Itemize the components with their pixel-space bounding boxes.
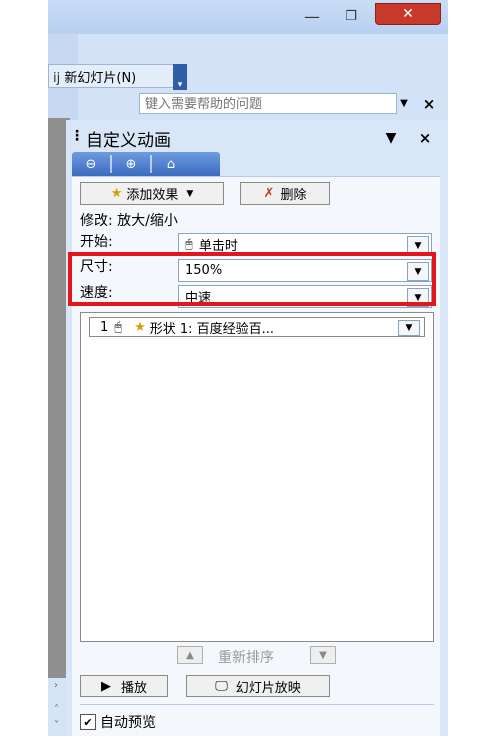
home-icon[interactable]: ⌂ [152, 154, 190, 174]
pane-menu-dropdown-icon[interactable]: ▼ [380, 128, 402, 148]
pane-close-icon[interactable]: × [414, 128, 436, 148]
modify-label: 修改: 放大/缩小 [80, 213, 178, 229]
help-search-input[interactable] [139, 93, 397, 114]
forward-icon[interactable]: ⊕ [112, 154, 150, 174]
scroll-down-arrow-icon[interactable]: ˅ [54, 720, 59, 731]
animation-list[interactable] [80, 312, 434, 642]
toolbar-options-chevron-icon[interactable]: ▾ [173, 64, 187, 90]
maximize-button[interactable]: ❐ [338, 6, 364, 26]
add-effect-arrow-icon: ▼ [186, 188, 194, 199]
add-effect-button[interactable]: ★ 添加效果 ▼ [80, 182, 224, 205]
slideshow-icon: 🖵 [215, 678, 228, 694]
effect-star-icon: ★ [134, 319, 146, 335]
mouse-click-icon: 🖰 [114, 319, 123, 335]
close-window-button[interactable]: ✕ [375, 3, 441, 25]
auto-preview-toggle[interactable]: ✔ 自动预览 [80, 712, 156, 732]
new-slide-label: 新幻灯片(N) [64, 71, 137, 86]
divider [80, 704, 434, 705]
scroll-up-arrow-icon[interactable]: ˄ [54, 704, 59, 715]
pane-grip-icon[interactable]: ⋮ [70, 128, 84, 148]
highlight-box [68, 252, 436, 306]
list-item-index: 1 [100, 319, 109, 335]
list-item-dropdown-icon[interactable]: ▼ [398, 320, 420, 336]
play-button[interactable]: ▶ 播放 [80, 675, 168, 697]
mouse-click-icon: 🖰 [185, 237, 193, 252]
back-icon[interactable]: ⊖ [72, 154, 110, 174]
start-label: 开始: [80, 234, 113, 250]
delete-icon: ✗ [263, 186, 275, 201]
reorder-down-button[interactable]: ▼ [310, 646, 336, 664]
delete-button[interactable]: ✗ 删除 [240, 182, 330, 205]
pane-nav-bar: ⊖ ⊕ ⌂ [72, 152, 220, 176]
help-dropdown-icon[interactable]: ▼ [396, 93, 412, 114]
pane-title: 自定义动画 [86, 131, 171, 151]
minimize-button[interactable]: — [300, 6, 324, 26]
auto-preview-checkbox[interactable]: ✔ [80, 714, 96, 730]
help-close-icon[interactable]: × [420, 93, 438, 114]
new-slide-button[interactable]: ij 新幻灯片(N) [48, 64, 176, 88]
scroll-right-arrow-icon[interactable]: › [54, 680, 58, 691]
list-item[interactable]: 1 🖰 ★ 形状 1: 百度经验百... ▼ [89, 317, 425, 337]
auto-preview-label: 自动预览 [100, 715, 156, 731]
list-item-text: 形状 1: 百度经验百... [149, 321, 275, 337]
add-effect-label: 添加效果 [126, 188, 179, 203]
add-effect-star-icon: ★ [110, 186, 123, 201]
reorder-up-button[interactable]: ▲ [177, 646, 203, 664]
delete-label: 删除 [280, 188, 307, 203]
play-icon: ▶ [100, 678, 111, 694]
reorder-label: 重新排序 [218, 650, 274, 666]
new-slide-prefix: ij [53, 71, 61, 86]
slideshow-button[interactable]: 🖵 幻灯片放映 [186, 675, 330, 697]
play-label: 播放 [120, 680, 147, 696]
slideshow-label: 幻灯片放映 [235, 680, 301, 696]
